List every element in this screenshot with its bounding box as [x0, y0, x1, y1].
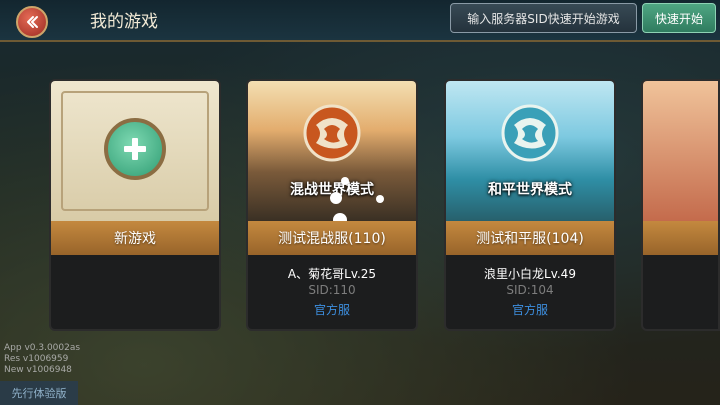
official-server-link[interactable]: 官方服: [248, 301, 416, 318]
plus-icon: [104, 118, 166, 180]
server-sid: SID:110: [308, 283, 356, 297]
melee-world-art: 混战世界模式: [248, 81, 416, 221]
server-sid: SID:104: [506, 283, 554, 297]
version-info: App v0.3.0002as Res v1006959 New v100694…: [4, 343, 80, 376]
sid-quick-start-button[interactable]: 输入服务器SID快速开始游戏: [450, 3, 637, 33]
back-arrow-icon: [27, 16, 38, 28]
player-name-level: A、菊花哥Lv.25: [287, 267, 377, 281]
partial-card-bar: [643, 221, 718, 255]
new-game-card[interactable]: 新游戏: [49, 79, 221, 331]
peace-world-art: 和平世界模式: [446, 81, 614, 221]
server-card-peace[interactable]: 和平世界模式 测试和平服(104) 浪里小白龙Lv.49 SID:104 官方服: [444, 79, 616, 331]
loading-spinner: [330, 177, 384, 221]
preview-edition-tag: 先行体验版: [0, 381, 78, 405]
mode-label: 和平世界模式: [488, 182, 572, 198]
dragon-globe-icon: [501, 104, 559, 162]
player-name-level: 浪里小白龙Lv.49: [484, 267, 576, 281]
official-server-link[interactable]: 官方服: [446, 301, 614, 318]
top-bar: 我的游戏 输入服务器SID快速开始游戏 快速开始: [0, 0, 720, 42]
partial-card-art: [643, 81, 718, 221]
new-game-art: [51, 81, 219, 221]
new-version: New v1006948: [4, 365, 72, 375]
back-button[interactable]: [16, 6, 48, 38]
card-bar-label: 测试和平服(104): [446, 221, 614, 255]
res-version: Res v1006959: [4, 354, 69, 364]
card-bar-label: 新游戏: [51, 221, 219, 255]
server-card-partial[interactable]: [641, 79, 720, 331]
app-version: App v0.3.0002as: [4, 343, 81, 353]
quick-start-button[interactable]: 快速开始: [642, 3, 716, 33]
page-title: 我的游戏: [90, 12, 158, 32]
server-card-melee[interactable]: 混战世界模式 测试混战服(110) A、菊花哥Lv.25 SID:110 官方服: [246, 79, 418, 331]
card-bar-label: 测试混战服(110): [248, 221, 416, 255]
